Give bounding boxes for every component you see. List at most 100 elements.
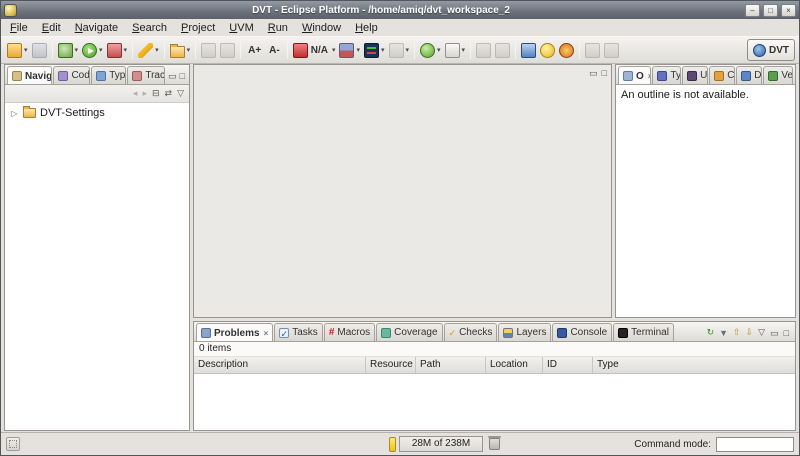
minimize-window-button[interactable]: –	[745, 4, 760, 17]
tab-uvm-browser[interactable]: U	[682, 66, 708, 84]
tab-tasks[interactable]: ✓ Tasks	[274, 323, 323, 341]
collapse-all-icon[interactable]: ⊟	[152, 88, 160, 99]
tree-item-dvt-settings[interactable]: ▷ DVT-Settings	[7, 106, 187, 120]
close-tab-icon[interactable]: ×	[264, 329, 269, 338]
tab-coverage[interactable]: Coverage	[376, 323, 442, 341]
close-tab-icon[interactable]: ×	[648, 72, 652, 81]
tab-layers[interactable]: Layers	[498, 323, 551, 341]
maximize-panel-icon[interactable]: □	[784, 328, 789, 338]
column-id[interactable]: ID	[543, 357, 593, 373]
tab-type[interactable]: Type	[91, 66, 126, 84]
view-menu-icon[interactable]: ▽	[758, 327, 765, 338]
tool-d-button[interactable]	[474, 39, 493, 61]
settings-gear-button[interactable]	[557, 39, 576, 61]
font-increase-button[interactable]: A+	[244, 39, 265, 61]
monitor-button[interactable]	[519, 39, 538, 61]
expand-all-icon[interactable]: ⇧	[733, 327, 741, 338]
tool-a-button[interactable]	[199, 39, 218, 61]
refresh-icon[interactable]: ↻	[707, 327, 715, 338]
dropdown-arrow-icon[interactable]: ▾	[99, 46, 103, 54]
menu-window[interactable]: Window	[295, 21, 348, 35]
start-session-button[interactable]: ▾	[418, 39, 443, 61]
debug-button[interactable]: ▾	[56, 39, 81, 61]
tab-macros[interactable]: # Macros	[324, 323, 375, 341]
run-button[interactable]: ▾	[80, 39, 105, 61]
dropdown-arrow-icon[interactable]: ▾	[381, 46, 385, 54]
menu-help[interactable]: Help	[348, 21, 385, 35]
maximize-panel-icon[interactable]: □	[180, 71, 185, 81]
new-wizard-button[interactable]: ▾	[5, 39, 30, 61]
tool-g-button[interactable]	[602, 39, 621, 61]
menu-run[interactable]: Run	[261, 21, 295, 35]
tab-code[interactable]: Code	[53, 66, 90, 84]
tool-e-button[interactable]	[493, 39, 512, 61]
tool-f-button[interactable]	[583, 39, 602, 61]
dropdown-arrow-icon[interactable]: ▾	[437, 46, 441, 54]
column-description[interactable]: Description	[194, 357, 366, 373]
tab-terminal[interactable]: Terminal	[613, 323, 674, 341]
back-icon[interactable]: ◂	[133, 88, 138, 99]
view-menu-icon[interactable]: ▽	[177, 88, 184, 99]
save-button[interactable]	[30, 39, 49, 61]
menu-search[interactable]: Search	[125, 21, 174, 35]
dropdown-arrow-icon[interactable]: ▾	[124, 46, 128, 54]
tool-b-button[interactable]	[218, 39, 237, 61]
problems-table-body[interactable]	[194, 374, 795, 430]
close-window-button[interactable]: ×	[781, 4, 796, 17]
tab-problems[interactable]: Problems ×	[196, 323, 273, 342]
external-tools-button[interactable]: ▾	[105, 39, 130, 61]
reload-config-button[interactable]: ▾	[337, 39, 362, 61]
trace-wand-button[interactable]: ▾	[136, 39, 161, 61]
forward-icon[interactable]: ▸	[142, 88, 147, 99]
tree-expander-icon[interactable]: ▷	[10, 109, 19, 118]
column-resource[interactable]: Resource	[366, 357, 416, 373]
column-path[interactable]: Path	[416, 357, 486, 373]
dropdown-arrow-icon[interactable]: ▾	[356, 46, 360, 54]
fast-view-icon[interactable]	[6, 437, 20, 451]
maximize-panel-icon[interactable]: □	[602, 68, 607, 78]
dropdown-arrow-icon[interactable]: ▾	[155, 46, 159, 54]
tab-checks[interactable]: C	[709, 66, 735, 84]
menu-file[interactable]: File	[3, 21, 35, 35]
tab-verification[interactable]: Ve	[763, 66, 793, 84]
link-with-editor-icon[interactable]: ⇄	[165, 88, 173, 99]
minimize-panel-icon[interactable]: ▭	[770, 328, 779, 338]
tab-design[interactable]: D	[736, 66, 762, 84]
compile-mode-button[interactable]: N/A ▾	[291, 39, 338, 61]
filter-icon[interactable]: ▼	[719, 328, 728, 338]
column-location[interactable]: Location	[486, 357, 543, 373]
marker-button[interactable]	[538, 39, 557, 61]
menu-navigate[interactable]: Navigate	[68, 21, 125, 35]
maximize-window-button[interactable]: □	[763, 4, 778, 17]
tab-outline[interactable]: O ×	[618, 66, 651, 85]
menu-uvm[interactable]: UVM	[222, 21, 260, 35]
open-folder-button[interactable]: ▾	[168, 39, 193, 61]
tab-checks-bottom[interactable]: ✓ Checks	[444, 323, 498, 341]
garbage-collect-icon[interactable]	[489, 438, 500, 450]
dvt-perspective-button[interactable]: DVT	[747, 39, 795, 61]
collapse-all-icon[interactable]: ⇩	[746, 327, 754, 338]
minimize-panel-icon[interactable]: ▭	[589, 68, 598, 78]
dropdown-arrow-icon[interactable]: ▾	[332, 46, 336, 54]
font-decrease-button[interactable]: A-	[265, 39, 284, 61]
editor-area[interactable]: ▭ □	[193, 64, 612, 318]
tab-console[interactable]: Console	[552, 323, 612, 341]
dropdown-arrow-icon[interactable]: ▾	[406, 46, 410, 54]
menu-project[interactable]: Project	[174, 21, 222, 35]
dropdown-arrow-icon[interactable]: ▾	[75, 46, 79, 54]
dropdown-arrow-icon[interactable]: ▾	[462, 46, 466, 54]
dropdown-arrow-icon[interactable]: ▾	[187, 46, 191, 54]
column-type[interactable]: Type	[593, 357, 795, 373]
tab-navigator[interactable]: Navig ×	[7, 66, 52, 85]
tool-c-button[interactable]: ▾	[387, 39, 412, 61]
checker-button[interactable]: ▾	[443, 39, 468, 61]
titlebar[interactable]: DVT - Eclipse Platform - /home/amiq/dvt_…	[1, 1, 799, 19]
tab-types[interactable]: Ty	[652, 66, 681, 84]
window-icon[interactable]	[4, 4, 17, 17]
tab-trace[interactable]: Trace	[127, 66, 165, 84]
command-mode-input[interactable]	[716, 437, 794, 452]
minimize-panel-icon[interactable]: ▭	[168, 71, 177, 81]
waveform-button[interactable]: ▾	[362, 39, 387, 61]
dropdown-arrow-icon[interactable]: ▾	[24, 46, 28, 54]
menu-edit[interactable]: Edit	[35, 21, 68, 35]
